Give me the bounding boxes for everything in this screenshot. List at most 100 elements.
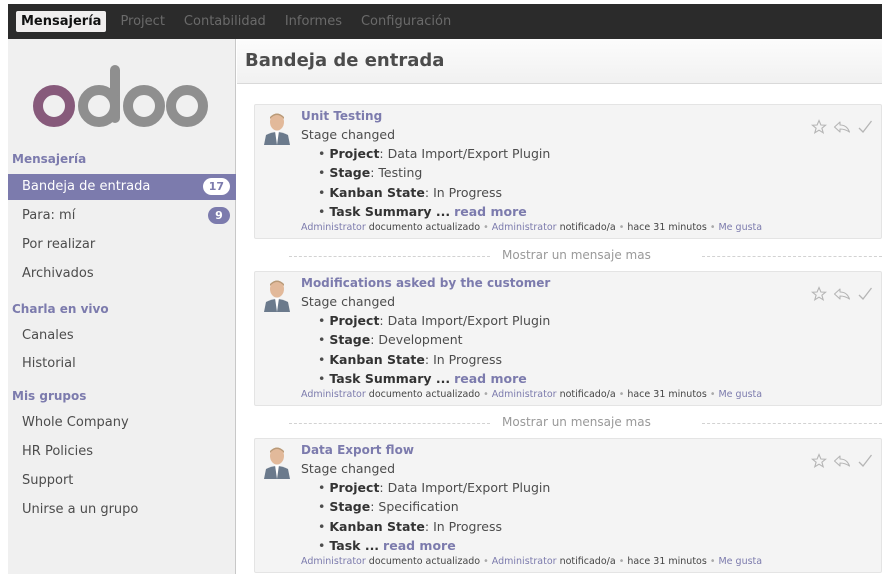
sidebar-item-hr-policies[interactable]: HR Policies xyxy=(8,439,236,465)
sidebar-item-whole-company[interactable]: Whole Company xyxy=(8,410,236,436)
menu-item-mensajeria[interactable]: Mensajería xyxy=(16,11,107,32)
like-link[interactable]: Me gusta xyxy=(718,389,762,400)
checkmark-icon[interactable] xyxy=(857,286,873,302)
sidebar-item-label: Support xyxy=(22,473,74,488)
field-name: Kanban State xyxy=(329,351,425,367)
sidebar-item-label: Canales xyxy=(22,328,74,343)
field-name: Kanban State xyxy=(329,184,425,200)
show-more-link[interactable]: Mostrar un mensaje mas xyxy=(496,415,657,429)
page-header: Bandeja de entrada xyxy=(237,39,882,84)
unread-count-badge: 9 xyxy=(208,207,230,224)
field-value: : Data Import/Export Plugin xyxy=(379,480,551,495)
field-name: Task Summary ... xyxy=(329,204,451,220)
section-title-mis-grupos: Mis grupos xyxy=(12,389,87,403)
notified-text: notificado/a xyxy=(559,222,616,233)
message-actions xyxy=(811,119,873,135)
message-card: Data Export flow Stage changed Project: … xyxy=(254,438,882,573)
author-avatar-icon[interactable] xyxy=(262,445,292,479)
sidebar-item-support[interactable]: Support xyxy=(8,468,236,494)
sidebar-item-para-mi[interactable]: Para: mí 9 xyxy=(8,203,236,229)
show-more-separator[interactable]: Mostrar un mensaje mas xyxy=(289,415,882,431)
like-link[interactable]: Me gusta xyxy=(718,556,762,567)
field-name: Stage xyxy=(329,332,371,348)
top-menu: Mensajería Project Contabilidad Informes… xyxy=(8,4,882,39)
notified-text: notificado/a xyxy=(559,556,616,567)
sidebar-item-historial[interactable]: Historial xyxy=(8,351,236,377)
tracking-value: Task Summary ... read more xyxy=(318,204,550,223)
timestamp: hace 31 minutos xyxy=(627,389,707,400)
show-more-link[interactable]: Mostrar un mensaje mas xyxy=(496,248,657,262)
star-icon[interactable] xyxy=(811,119,827,135)
author-avatar-icon[interactable] xyxy=(262,111,292,145)
message-title[interactable]: Modifications asked by the customer xyxy=(301,276,550,290)
checkmark-icon[interactable] xyxy=(857,119,873,135)
field-name: Task Summary ... xyxy=(329,371,451,387)
star-icon[interactable] xyxy=(811,453,827,469)
reply-icon[interactable] xyxy=(833,453,851,469)
message-actions xyxy=(811,453,873,469)
author-link[interactable]: Administrator xyxy=(301,556,366,567)
message-footer: Administrator documento actualizado • Ad… xyxy=(301,556,763,567)
tracking-value: Kanban State: In Progress xyxy=(318,185,550,204)
reply-icon[interactable] xyxy=(833,119,851,135)
reply-icon[interactable] xyxy=(833,286,851,302)
notified-link[interactable]: Administrator xyxy=(492,389,557,400)
action-text: documento actualizado xyxy=(368,222,481,233)
field-value: : In Progress xyxy=(424,351,503,367)
tracking-value: Task Summary ... read more xyxy=(318,371,550,390)
action-text: documento actualizado xyxy=(368,389,481,400)
odoo-logo[interactable] xyxy=(32,57,212,137)
message-subtitle: Stage changed xyxy=(301,127,396,142)
sidebar-item-inbox[interactable]: Bandeja de entrada 17 xyxy=(8,174,236,200)
message-footer: Administrator documento actualizado • Ad… xyxy=(301,389,763,400)
checkmark-icon[interactable] xyxy=(857,453,873,469)
field-name: Kanban State xyxy=(329,518,425,534)
timestamp: hace 31 minutos xyxy=(627,556,707,567)
message-title[interactable]: Data Export flow xyxy=(301,443,414,457)
author-avatar-icon[interactable] xyxy=(262,278,292,312)
message-card: Unit Testing Stage changed Project: Data… xyxy=(254,104,882,239)
message-subtitle: Stage changed xyxy=(301,461,396,476)
field-value: : In Progress xyxy=(424,518,503,534)
top-menu-bar: Mensajería Project Contabilidad Informes… xyxy=(8,4,882,39)
read-more-link[interactable]: read more xyxy=(454,204,527,219)
show-more-separator[interactable]: Mostrar un mensaje mas xyxy=(289,248,882,264)
sidebar-item-join-group[interactable]: Unirse a un grupo xyxy=(8,497,236,523)
unread-count-badge: 17 xyxy=(202,178,230,195)
tracking-value: Stage: Development xyxy=(318,332,550,351)
message-title[interactable]: Unit Testing xyxy=(301,109,382,123)
read-more-link[interactable]: read more xyxy=(383,538,456,553)
menu-item-informes[interactable]: Informes xyxy=(280,11,347,32)
field-value: : Specification xyxy=(370,499,459,515)
sidebar-item-canales[interactable]: Canales xyxy=(8,323,236,349)
page-title: Bandeja de entrada xyxy=(245,50,445,71)
sidebar: Mensajería Bandeja de entrada 17 Para: m… xyxy=(8,39,236,574)
message-footer: Administrator documento actualizado • Ad… xyxy=(301,222,763,233)
author-link[interactable]: Administrator xyxy=(301,389,366,400)
menu-item-project[interactable]: Project xyxy=(115,11,169,32)
read-more-link[interactable]: read more xyxy=(454,371,527,386)
notified-link[interactable]: Administrator xyxy=(492,222,557,233)
field-value: : Data Import/Export Plugin xyxy=(379,146,551,161)
author-link[interactable]: Administrator xyxy=(301,222,366,233)
like-link[interactable]: Me gusta xyxy=(718,222,762,233)
menu-item-contabilidad[interactable]: Contabilidad xyxy=(179,11,271,32)
tracking-value: Project: Data Import/Export Plugin xyxy=(318,480,550,499)
sidebar-item-label: Bandeja de entrada xyxy=(22,179,151,194)
message-actions xyxy=(811,286,873,302)
field-value: : In Progress xyxy=(424,184,503,200)
sidebar-item-label: Whole Company xyxy=(22,415,129,430)
sidebar-item-archivados[interactable]: Archivados xyxy=(8,261,236,287)
sidebar-item-label: Para: mí xyxy=(22,208,76,223)
field-name: Project xyxy=(329,480,380,495)
notified-link[interactable]: Administrator xyxy=(492,556,557,567)
sidebar-item-por-realizar[interactable]: Por realizar xyxy=(8,232,236,258)
menu-item-configuracion[interactable]: Configuración xyxy=(356,11,456,32)
field-value: : Development xyxy=(370,332,463,348)
message-subtitle: Stage changed xyxy=(301,294,396,309)
action-text: documento actualizado xyxy=(368,556,481,567)
sidebar-item-label: Unirse a un grupo xyxy=(22,502,139,517)
star-icon[interactable] xyxy=(811,286,827,302)
message-card: Modifications asked by the customer Stag… xyxy=(254,271,882,406)
tracking-value: Kanban State: In Progress xyxy=(318,352,550,371)
